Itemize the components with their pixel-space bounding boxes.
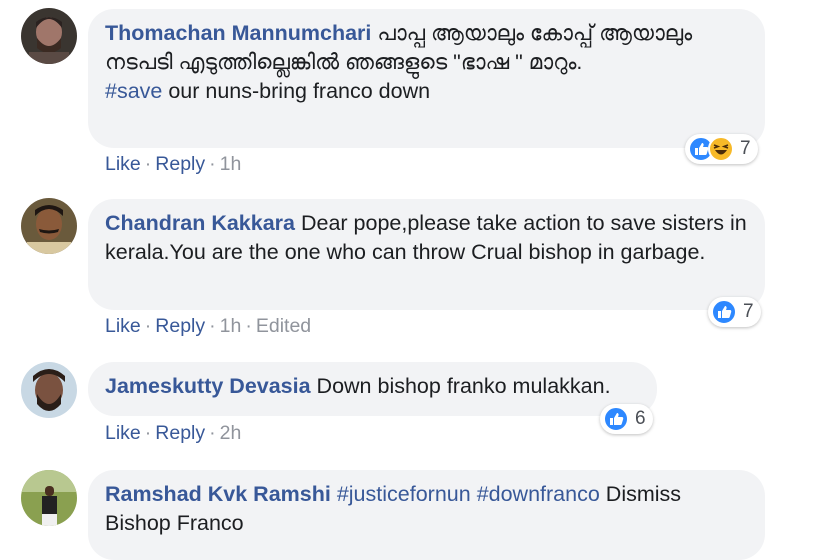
haha-icon [708, 136, 734, 162]
reaction-summary[interactable]: 7 [708, 297, 761, 327]
hashtag-link[interactable]: #justicefornun [337, 482, 471, 506]
comment-bubble: Chandran Kakkara Dear pope,please take a… [88, 199, 765, 310]
separator: · [144, 153, 152, 175]
hashtag-link[interactable]: #save [105, 79, 162, 103]
like-icon [603, 406, 629, 432]
comment-actions: Like · Reply · 2h [105, 422, 241, 445]
separator: · [245, 315, 252, 337]
reaction-summary[interactable]: 7 [685, 134, 758, 164]
timestamp[interactable]: 1h [220, 153, 242, 175]
comment-bubble: Jameskutty Devasia Down bishop franko mu… [88, 362, 657, 416]
separator: · [209, 315, 216, 337]
reaction-count: 7 [740, 138, 751, 159]
comment-bubble: Ramshad Kvk Ramshi #justicefornun #downf… [88, 470, 765, 560]
reaction-count: 6 [635, 408, 646, 429]
separator: · [209, 422, 216, 444]
avatar[interactable] [21, 362, 77, 418]
comment-text-2: our nuns-bring franco down [162, 79, 431, 103]
reaction-count: 7 [743, 301, 754, 322]
comment-actions: Like · Reply · 1h · Edited [105, 315, 311, 338]
avatar-photo-icon [21, 470, 77, 526]
comment-author[interactable]: Thomachan Mannumchari [105, 21, 371, 45]
like-link[interactable]: Like [105, 422, 141, 444]
like-link[interactable]: Like [105, 153, 141, 175]
separator: · [144, 422, 152, 444]
separator: · [209, 153, 216, 175]
avatar[interactable] [21, 470, 77, 526]
timestamp[interactable]: 2h [220, 422, 242, 444]
separator: · [144, 315, 152, 337]
reply-link[interactable]: Reply [155, 422, 205, 444]
comment-bubble: Thomachan Mannumchari പാപ്പ ആയാലും കോപ്പ… [88, 9, 765, 148]
reply-link[interactable]: Reply [155, 315, 205, 337]
avatar-photo-icon [21, 198, 77, 254]
avatar[interactable] [21, 198, 77, 254]
comment-text: Down bishop franko mulakkan. [310, 374, 611, 398]
avatar-photo-icon [21, 8, 77, 64]
comment-author[interactable]: Chandran Kakkara [105, 211, 295, 235]
reaction-summary[interactable]: 6 [600, 404, 653, 434]
reply-link[interactable]: Reply [155, 153, 205, 175]
edited-label[interactable]: Edited [256, 315, 311, 337]
timestamp[interactable]: 1h [220, 315, 242, 337]
avatar[interactable] [21, 8, 77, 64]
comment-author[interactable]: Ramshad Kvk Ramshi [105, 482, 331, 506]
comment-author[interactable]: Jameskutty Devasia [105, 374, 311, 398]
like-link[interactable]: Like [105, 315, 141, 337]
hashtag-link[interactable]: #downfranco [477, 482, 600, 506]
comment-actions: Like · Reply · 1h [105, 153, 241, 176]
avatar-photo-icon [21, 362, 77, 418]
like-icon [711, 299, 737, 325]
